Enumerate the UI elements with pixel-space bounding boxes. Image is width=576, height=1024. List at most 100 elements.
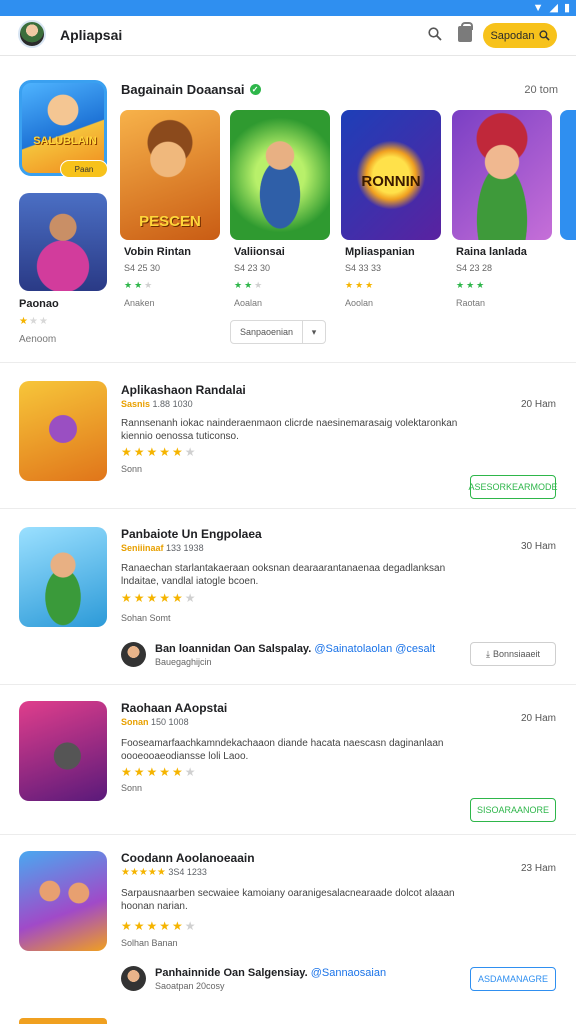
list-item-subtitle: Seniiinaaf 133 1938: [121, 543, 204, 553]
list-item-meta: Sonn: [121, 464, 143, 474]
battery-icon: ▮: [563, 2, 570, 14]
next-list-item-peek: [19, 1018, 107, 1024]
app-card-size: S4 25 30: [124, 263, 161, 273]
app-card-name: Mpliaspanian: [345, 246, 415, 258]
pager-label: Sanpaoenian: [231, 321, 303, 343]
list-item-date: 30 Ham: [520, 541, 556, 552]
star-icon: ★: [38, 316, 49, 327]
section-count: 20 tom: [524, 84, 558, 96]
app-card-art-word: PESCEN: [139, 213, 201, 230]
featured-meta: Aenoom: [19, 334, 57, 345]
list-item-action-button[interactable]: ⤓ Bonnsiaaeit: [470, 642, 556, 666]
featured-art-word: SALUBLAIN: [33, 135, 97, 147]
app-card-art-word: RONNIN: [361, 173, 421, 190]
app-card-rating: ★★★: [234, 280, 265, 290]
app-card[interactable]: Valiionsai S4 23 30 ★★★ Aoalan: [230, 110, 330, 308]
app-title: Apliapsai: [60, 27, 123, 43]
app-card-label: Raotan: [456, 298, 486, 308]
featured-app-name: Paonao: [19, 298, 59, 310]
list-item-description: Rannsenanh iokac nainderaenmaon clicrde …: [121, 418, 458, 442]
header-search-button[interactable]: Sapodan: [483, 23, 557, 48]
author-avatar[interactable]: [121, 966, 146, 991]
section-title: Bagainain Doaansai ✓: [121, 82, 261, 97]
app-card-thumbnail[interactable]: RONNIN: [341, 110, 441, 240]
author-avatar[interactable]: [121, 642, 146, 667]
list-item-action-button[interactable]: ASDAMANAGRE: [470, 967, 556, 991]
section-pager[interactable]: Sanpaoenian ▾: [230, 320, 326, 344]
list-item-action-button[interactable]: SISOARAANORE: [470, 798, 556, 822]
author-row[interactable]: Panhainnide Oan Salgensiay. @Sannaosaian…: [121, 966, 461, 994]
carousel-peek-card[interactable]: [560, 110, 576, 240]
app-header: Apliapsai Sapodan: [0, 16, 576, 56]
list-item-date: 20 Ham: [520, 399, 556, 410]
list-item-subtitle: Sonan 150 1008: [121, 717, 189, 727]
list-item-subtitle: Sasnis 1.88 1030: [121, 399, 193, 409]
list-item-rating: ★★★★★★: [121, 445, 198, 459]
app-card-thumbnail[interactable]: [452, 110, 552, 240]
app-card-label: Aoalan: [234, 298, 263, 308]
app-card-size: S4 23 30: [234, 263, 271, 273]
list-item-date: 20 Ham: [520, 713, 556, 724]
chevron-down-icon[interactable]: ▾: [303, 321, 325, 343]
list-item-rating: ★★★★★★: [121, 919, 198, 933]
list-item-title: Raohaan AAopstai: [121, 701, 228, 715]
list-item-meta: Solhan Banan: [121, 938, 178, 948]
list-item-title: Aplikashaon Randalai: [121, 383, 246, 397]
list-item[interactable]: Panbaiote Un Engpolaea Seniiinaaf 133 19…: [0, 508, 576, 680]
app-card-thumbnail[interactable]: PESCEN: [120, 110, 220, 240]
list-item-thumbnail[interactable]: [19, 527, 107, 627]
author-subtitle: Saoatpan 20cosy: [155, 981, 225, 991]
status-bar: ▼ ◢ ▮: [0, 0, 576, 16]
app-card-name: Raina lanlada: [456, 246, 527, 258]
app-card-name: Valiionsai: [234, 246, 285, 258]
list-item-meta: Sonn: [121, 783, 143, 793]
app-card-size: S4 23 28: [456, 263, 493, 273]
author-row[interactable]: Ban loannidan Oan Salspalay. @Sainatolao…: [121, 642, 461, 670]
list-item-description: Fooseamarfaachkamndekachaaon diande haca…: [121, 738, 444, 762]
author-name: Panhainnide Oan Salgensiay. @Sannaosaian: [155, 967, 387, 979]
list-item-thumbnail[interactable]: [19, 851, 107, 951]
badge-label: Paan: [74, 164, 94, 174]
list-item-action-button[interactable]: ASESORKEARMODE: [468, 475, 558, 499]
list-item[interactable]: Raohaan AAopstai Sonan 150 1008 20 Ham F…: [0, 684, 576, 830]
app-card-rating: ★★★: [345, 280, 376, 290]
list-item-rating: ★★★★★★: [121, 765, 198, 779]
list-item-rating: ★★★★★★: [121, 591, 198, 605]
status-icons: ▼ ◢ ▮: [533, 1, 570, 15]
list-item-thumbnail[interactable]: [19, 381, 107, 481]
app-card-thumbnail[interactable]: [230, 110, 330, 240]
list-item[interactable]: Aplikashaon Randalai Sasnis 1.88 1030 20…: [0, 362, 576, 504]
download-icon: ⤓: [485, 648, 490, 659]
list-item-description: Ranaechan starlantakaeraan ooksnan deara…: [121, 563, 446, 587]
list-item-description: Sarpausnaarben secwaiee kamoiany oaranig…: [121, 888, 455, 912]
list-item-subtitle: ★★★★★ 3S4 1233: [121, 867, 207, 878]
app-card-label: Aoolan: [345, 298, 374, 308]
app-card-size: S4 33 33: [345, 263, 382, 273]
app-card[interactable]: PESCEN Vobin Rintan S4 25 30 ★★★ Anaken: [120, 110, 220, 308]
author-name: Ban loannidan Oan Salspalay. @Sainatolao…: [155, 643, 436, 655]
featured-badge: Paan: [60, 160, 108, 178]
list-item-title: Coodann Aoolanoeaain: [121, 851, 255, 865]
app-card-rating: ★★★: [456, 280, 487, 290]
author-subtitle: Bauegaghijcin: [155, 657, 212, 667]
app-card-label: Anaken: [124, 298, 155, 308]
shopping-bag-icon[interactable]: [458, 22, 473, 42]
list-item[interactable]: Coodann Aoolanoeaain ★★★★★ 3S4 1233 23 H…: [0, 834, 576, 1010]
profile-avatar[interactable]: [18, 20, 46, 48]
section-title-text: Bagainain Doaansai: [121, 82, 245, 97]
star-icon: ★: [19, 316, 29, 327]
app-card-rating: ★★★: [124, 280, 155, 290]
featured-rating: ★★★: [19, 316, 49, 327]
star-icon: ★: [28, 316, 39, 327]
app-card[interactable]: Raina lanlada S4 23 28 ★★★ Raotan: [452, 110, 552, 308]
featured-section: Bagainain Doaansai ✓ 20 tom SALUBLAIN Pa…: [0, 60, 576, 360]
wifi-icon: ▼: [532, 2, 544, 14]
verified-icon: ✓: [249, 84, 261, 95]
secondary-app-thumbnail[interactable]: [19, 193, 107, 291]
list-item-meta: Sohan Somt: [121, 613, 171, 623]
app-card[interactable]: RONNIN Mpliaspanian S4 33 33 ★★★ Aoolan: [341, 110, 441, 308]
list-item-title: Panbaiote Un Engpolaea: [121, 527, 262, 541]
search-icon: [538, 30, 550, 41]
search-icon[interactable]: [428, 27, 442, 41]
list-item-thumbnail[interactable]: [19, 701, 107, 801]
